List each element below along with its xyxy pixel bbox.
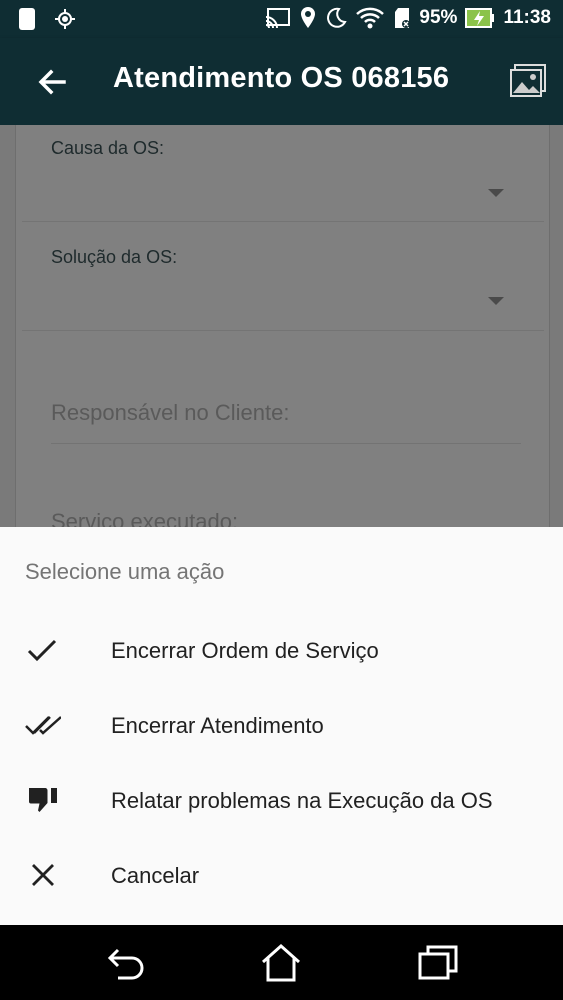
action-label: Encerrar Ordem de Serviço <box>111 638 379 663</box>
home-nav-icon[interactable] <box>259 942 303 984</box>
status-left-icons <box>18 7 76 31</box>
form-background: Causa da OS: Solução da OS: Responsável … <box>0 125 563 535</box>
battery-percent: 95% <box>419 7 458 28</box>
clock: 11:38 <box>503 7 551 28</box>
recents-nav-icon[interactable] <box>416 942 460 984</box>
thumbs-down-icon <box>29 788 57 812</box>
gps-icon <box>55 9 75 29</box>
causa-label: Causa da OS: <box>51 138 165 158</box>
action-label: Encerrar Atendimento <box>111 713 324 738</box>
causa-dropdown-arrow-icon[interactable] <box>488 189 504 197</box>
cast-icon <box>266 8 291 29</box>
action-encerrar-atendimento[interactable]: Encerrar Atendimento <box>0 687 563 762</box>
action-bottom-sheet: Selecione uma ação Encerrar Ordem de Ser… <box>0 527 563 925</box>
divider <box>22 330 544 331</box>
wifi-icon <box>356 7 385 29</box>
solucao-label: Solução da OS: <box>51 247 178 267</box>
status-right-icons: 95% 11:38 <box>265 6 551 30</box>
status-bar: 95% 11:38 <box>0 0 563 38</box>
moon-icon <box>327 7 348 28</box>
responsavel-input[interactable]: Responsável no Cliente: <box>51 400 289 426</box>
action-encerrar-os[interactable]: Encerrar Ordem de Serviço <box>0 612 563 687</box>
action-label: Relatar problemas na Execução da OS <box>111 788 493 813</box>
form-card: Causa da OS: Solução da OS: Responsável … <box>15 125 550 535</box>
gallery-icon[interactable] <box>508 61 548 101</box>
sheet-heading: Selecione uma ação <box>25 559 225 584</box>
page-title: Atendimento OS 068156 <box>113 62 450 94</box>
sd-card-icon <box>395 8 411 28</box>
phone-icon <box>19 8 35 30</box>
system-nav-bar <box>0 925 563 1000</box>
close-icon <box>32 864 54 886</box>
location-pin-icon <box>301 7 316 28</box>
solucao-dropdown-arrow-icon[interactable] <box>488 297 504 305</box>
battery-charging-icon <box>465 8 495 28</box>
double-check-icon <box>25 716 61 735</box>
action-relatar-problemas[interactable]: Relatar problemas na Execução da OS <box>0 762 563 837</box>
arrow-left-icon[interactable] <box>34 64 70 100</box>
check-icon <box>27 639 57 662</box>
divider <box>22 221 544 222</box>
app-bar: Atendimento OS 068156 <box>0 38 563 125</box>
action-label: Cancelar <box>111 863 200 888</box>
back-nav-icon[interactable] <box>104 942 148 984</box>
input-underline <box>51 443 521 444</box>
action-cancelar[interactable]: Cancelar <box>0 837 563 912</box>
